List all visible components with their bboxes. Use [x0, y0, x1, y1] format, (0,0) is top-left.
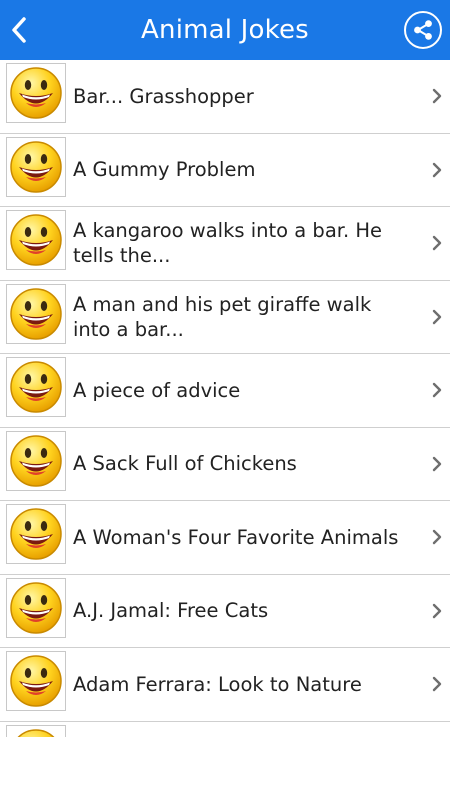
smiley-face-icon: [6, 136, 66, 197]
smiley-face-icon: [6, 210, 66, 270]
list-item[interactable]: Adam Ferrara: Look to Nature: [0, 648, 450, 722]
chevron-right-icon: [430, 722, 444, 738]
smiley-face-icon: [6, 651, 66, 711]
list-item[interactable]: [0, 722, 450, 738]
chevron-right-icon: [430, 501, 444, 574]
chevron-right-icon: [430, 575, 444, 648]
smiley-face-icon: [6, 63, 66, 123]
list-item[interactable]: Bar... Grasshopper: [0, 60, 450, 134]
joke-title: A.J. Jamal: Free Cats: [73, 599, 269, 623]
smiley-face-icon: [6, 357, 66, 417]
joke-title: Bar... Grasshopper: [73, 84, 254, 108]
joke-title: A Woman's Four Favorite Animals: [73, 525, 399, 549]
smiley-face-icon: [6, 430, 66, 491]
smiley-face-icon: [6, 724, 66, 737]
chevron-right-icon: [430, 281, 444, 354]
share-button[interactable]: [404, 11, 442, 49]
joke-title: Adam Ferrara: Look to Nature: [73, 672, 362, 696]
smiley-face-icon: [6, 504, 66, 564]
chevron-right-icon: [430, 648, 444, 721]
list-item[interactable]: A Sack Full of Chickens: [0, 428, 450, 501]
list-item[interactable]: A piece of advice: [0, 354, 450, 428]
chevron-right-icon: [430, 428, 444, 501]
list-item[interactable]: A.J. Jamal: Free Cats: [0, 575, 450, 648]
smiley-face-icon: [6, 577, 66, 638]
bottom-area: [0, 737, 450, 800]
list-item[interactable]: A man and his pet giraffe walk into a ba…: [0, 281, 450, 354]
app-bar: Animal Jokes: [0, 0, 450, 60]
joke-title: A piece of advice: [73, 378, 241, 402]
joke-title: A man and his pet giraffe walk into a ba…: [73, 292, 372, 341]
chevron-right-icon: [430, 207, 444, 280]
smiley-face-icon: [6, 283, 66, 344]
share-icon: [414, 20, 432, 40]
list-item[interactable]: A kangaroo walks into a bar. He tells th…: [0, 207, 450, 281]
page-title: Animal Jokes: [141, 15, 309, 45]
joke-title: A kangaroo walks into a bar. He tells th…: [73, 219, 383, 268]
joke-list[interactable]: Bar... Grasshopper A Gummy Problem A kan…: [0, 60, 450, 737]
list-item[interactable]: A Woman's Four Favorite Animals: [0, 501, 450, 575]
joke-title: A Sack Full of Chickens: [73, 452, 297, 476]
chevron-right-icon: [430, 354, 444, 427]
chevron-right-icon: [430, 134, 444, 207]
chevron-right-icon: [430, 60, 444, 133]
joke-title: [73, 722, 410, 738]
joke-title: A Gummy Problem: [73, 158, 256, 182]
list-item[interactable]: A Gummy Problem: [0, 134, 450, 207]
